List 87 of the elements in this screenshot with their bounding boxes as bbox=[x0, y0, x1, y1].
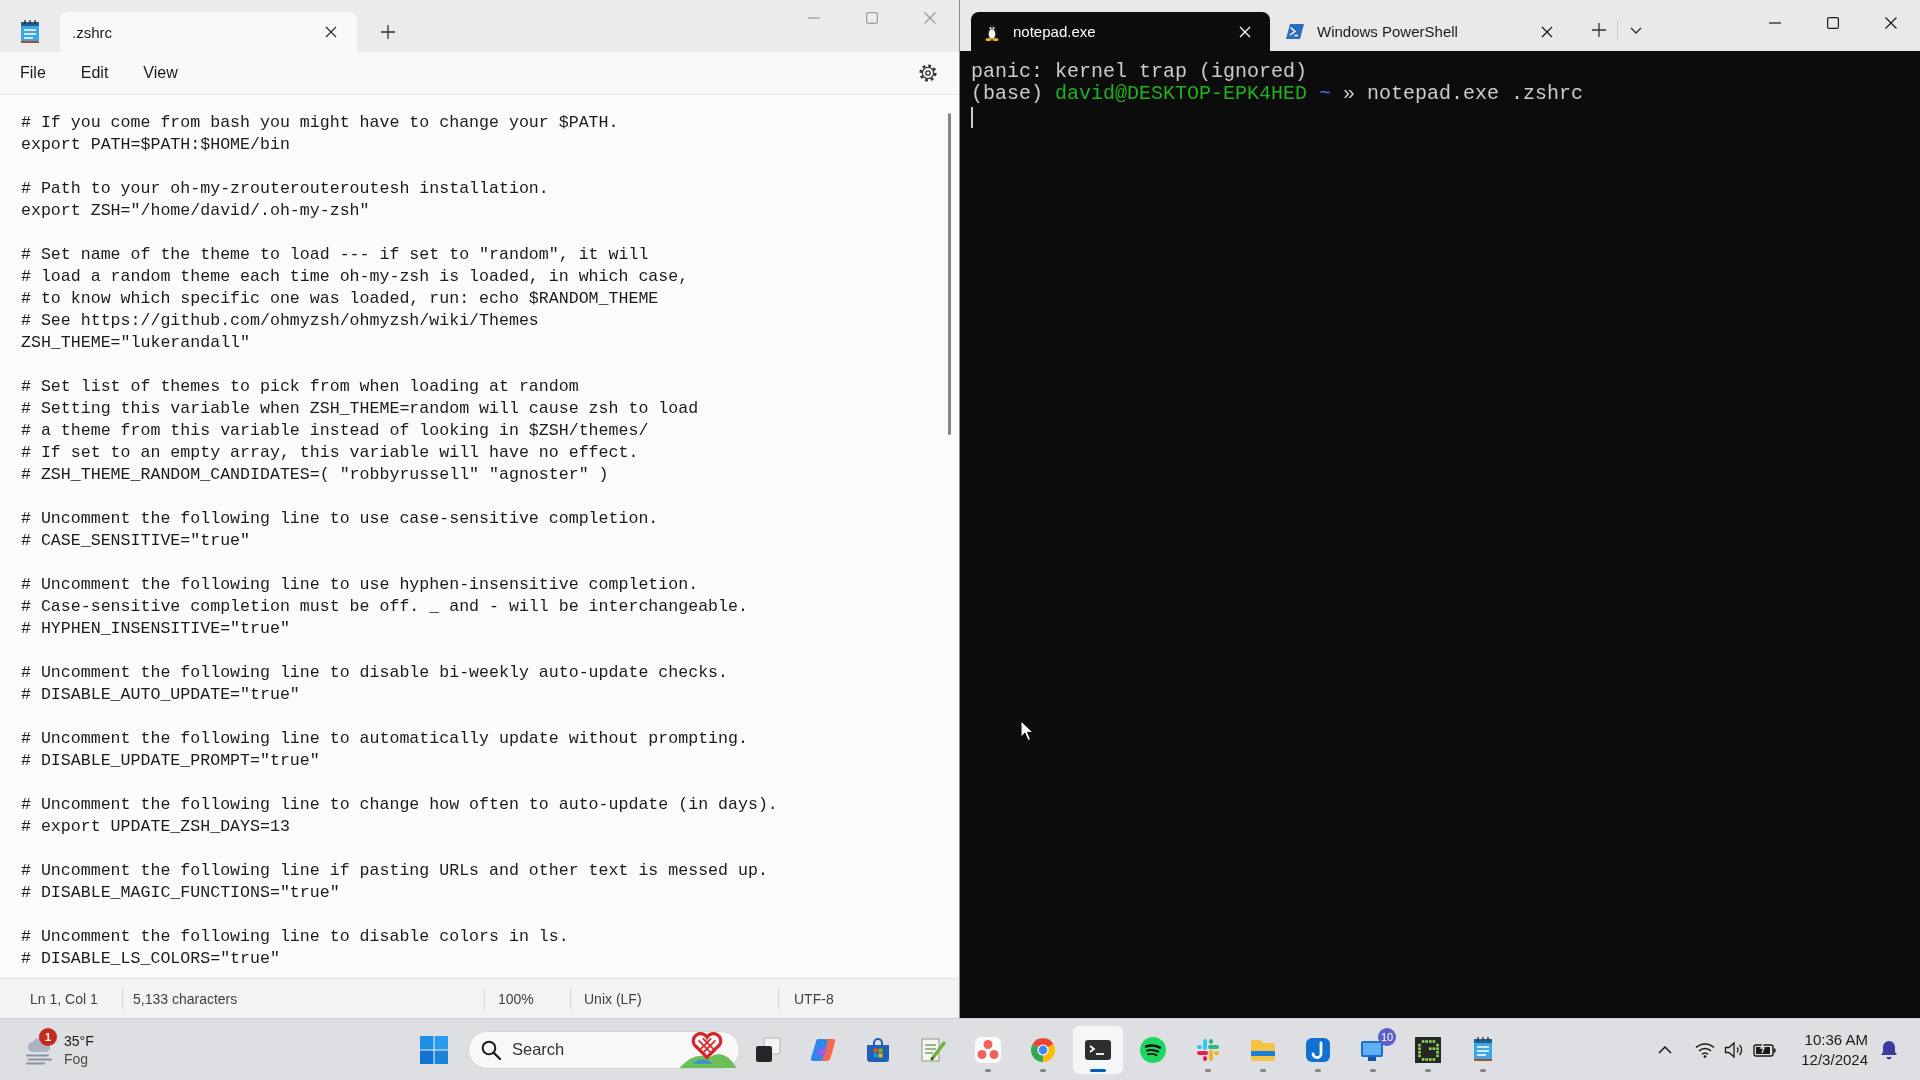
text-line: # Uncomment the following line to use hyphen-insensitive completion. bbox=[21, 574, 699, 596]
text-line: # Uncomment the following line to automatically update without prompting. bbox=[21, 728, 748, 750]
close-icon bbox=[1239, 25, 1251, 38]
text-line: # DISABLE_AUTO_UPDATE="true" bbox=[21, 684, 300, 706]
taskbar-app-button[interactable]: 10 bbox=[1348, 1025, 1398, 1074]
encoding-label: UTF-8 bbox=[794, 990, 834, 1007]
chevron-down-icon bbox=[1630, 26, 1642, 34]
terminal-line: panic: kernel trap (ignored) bbox=[971, 61, 1308, 83]
text-line: # CASE_SENSITIVE="true" bbox=[21, 530, 251, 552]
weather-condition: Fog bbox=[64, 1049, 90, 1068]
terminal-tab[interactable]: notepad.exe bbox=[971, 12, 1270, 51]
clock-date: 12/3/2024 bbox=[1801, 1049, 1868, 1070]
text-line: # See https://github.com/ohmyzsh/ohmyzsh/wiki/Themes bbox=[21, 310, 539, 332]
text-line: # export UPDATE_ZSH_DAYS=13 bbox=[21, 816, 290, 838]
speaker-icon bbox=[1724, 1040, 1745, 1059]
temperature-text: 35°F bbox=[64, 1031, 94, 1050]
text-line: export ZSH="/home/david/.oh-my-zsh" bbox=[21, 200, 370, 222]
settings-icon bbox=[918, 63, 938, 83]
text-line: # Path to your oh-my-zrouterouteroutesh installation. bbox=[21, 178, 549, 200]
plus-icon bbox=[1592, 23, 1606, 37]
text-line: # Uncomment the following line to disable bi-weekly auto-update checks. bbox=[21, 662, 728, 684]
close-icon bbox=[325, 26, 337, 38]
text-line: # Set list of themes to pick from when loading at random bbox=[21, 376, 579, 398]
terminal-tab[interactable]: Windows PowerShell bbox=[1273, 12, 1572, 51]
close-icon bbox=[924, 12, 936, 24]
text-line: # If you come from bash you might have to change your $PATH. bbox=[21, 112, 619, 134]
text-line: # Uncomment the following line to change how often to auto-update (in days). bbox=[21, 794, 778, 816]
text-line: export PATH=$PATH:$HOME/bin bbox=[21, 134, 290, 156]
maximize-icon bbox=[1827, 17, 1839, 29]
minimize-icon bbox=[808, 17, 820, 19]
prompt-chevron-icon bbox=[1286, 24, 1304, 39]
text-line: # Set name of the theme to load --- if set to "random", it will bbox=[21, 244, 649, 266]
menu-item[interactable]: Edit bbox=[68, 58, 121, 88]
text-line: # DISABLE_MAGIC_FUNCTIONS="true" bbox=[21, 882, 340, 904]
search-input[interactable]: Search bbox=[512, 1040, 622, 1059]
text-line: ZSH_THEME="lukerandall" bbox=[21, 332, 251, 354]
stacked-squares-icon bbox=[754, 1035, 782, 1064]
text-line: # If set to an empty array, this variable will have no effect. bbox=[21, 442, 639, 464]
character-count: 5,133 characters bbox=[133, 990, 238, 1007]
text-line: # Uncomment the following line if pasting URLs and other text is messed up. bbox=[21, 860, 768, 882]
text-line: # HYPHEN_INSENSITIVE="true" bbox=[21, 618, 290, 640]
file-tab[interactable]: .zshrc bbox=[60, 12, 357, 52]
scrollbar-thumb[interactable] bbox=[948, 113, 951, 435]
cursor-position: Ln 1, Col 1 bbox=[30, 990, 98, 1007]
search-icon bbox=[481, 1039, 501, 1060]
battery-charging-icon bbox=[1753, 1041, 1778, 1058]
menu-item[interactable]: File bbox=[8, 58, 58, 88]
windows-logo-icon bbox=[420, 1035, 448, 1064]
notification-badge: 10 bbox=[1378, 1027, 1396, 1046]
wifi-icon bbox=[1695, 1041, 1716, 1058]
page-pen-icon bbox=[919, 1035, 947, 1064]
text-line: # Case-sensitive completion must be off. _ and - will be interchangeable. bbox=[21, 596, 748, 618]
text-line: # to know which specific one was loaded, run: echo $RANDOM_THEME bbox=[21, 288, 659, 310]
search-box[interactable]: Search bbox=[468, 1030, 740, 1069]
chevron-up-icon bbox=[1658, 1045, 1673, 1054]
heart-doodle-icon bbox=[677, 1031, 737, 1068]
notification-badge: 1 bbox=[39, 1027, 57, 1046]
penguin-icon bbox=[984, 22, 1000, 41]
zoom-level: 100% bbox=[498, 990, 534, 1007]
text-line: # Uncomment the following line to disable colors in ls. bbox=[21, 926, 569, 948]
tricolor-circle-icon bbox=[1029, 1035, 1057, 1064]
text-cursor bbox=[971, 107, 973, 128]
notepad-icon bbox=[20, 20, 40, 44]
clock-time: 10:36 AM bbox=[1804, 1029, 1868, 1050]
dot-grid-icon bbox=[1414, 1035, 1442, 1064]
hook-tile-icon bbox=[1304, 1035, 1332, 1064]
text-line: # DISABLE_UPDATE_PROMPT="true" bbox=[21, 750, 320, 772]
close-icon bbox=[1541, 25, 1553, 38]
sound-waves-icon bbox=[1139, 1035, 1167, 1064]
text-line: # ZSH_THEME_RANDOM_CANDIDATES=( "robbyrussell" "agnoster" ) bbox=[21, 464, 609, 486]
minimize-icon bbox=[1769, 22, 1781, 24]
text-line: # a theme from this variable instead of looking in $ZSH/themes/ bbox=[21, 420, 649, 442]
text-line: # load a random theme each time oh-my-zsh is loaded, in which case, bbox=[21, 266, 689, 288]
plus-icon bbox=[381, 25, 395, 39]
maximize-icon bbox=[866, 12, 878, 24]
taskbar-app-button[interactable] bbox=[1073, 1025, 1123, 1074]
menu-item[interactable]: View bbox=[131, 58, 190, 88]
terminal-line: (base) david@DESKTOP-EPK4HED ~ » notepad.exe .zshrc bbox=[971, 83, 1584, 105]
close-icon bbox=[1885, 17, 1897, 29]
text-line: # Uncomment the following line to use case-sensitive completion. bbox=[21, 508, 659, 530]
shopping-bag-icon bbox=[864, 1035, 892, 1064]
three-dots-icon bbox=[974, 1035, 1002, 1064]
mouse-pointer-icon bbox=[1020, 720, 1034, 742]
text-line: # DISABLE_LS_COLORS="true" bbox=[21, 948, 280, 970]
line-ending: Unix (LF) bbox=[584, 990, 642, 1007]
text-line: # Setting this variable when ZSH_THEME=random will cause zsh to load bbox=[21, 398, 699, 420]
bell-icon[interactable] bbox=[1880, 1039, 1898, 1060]
